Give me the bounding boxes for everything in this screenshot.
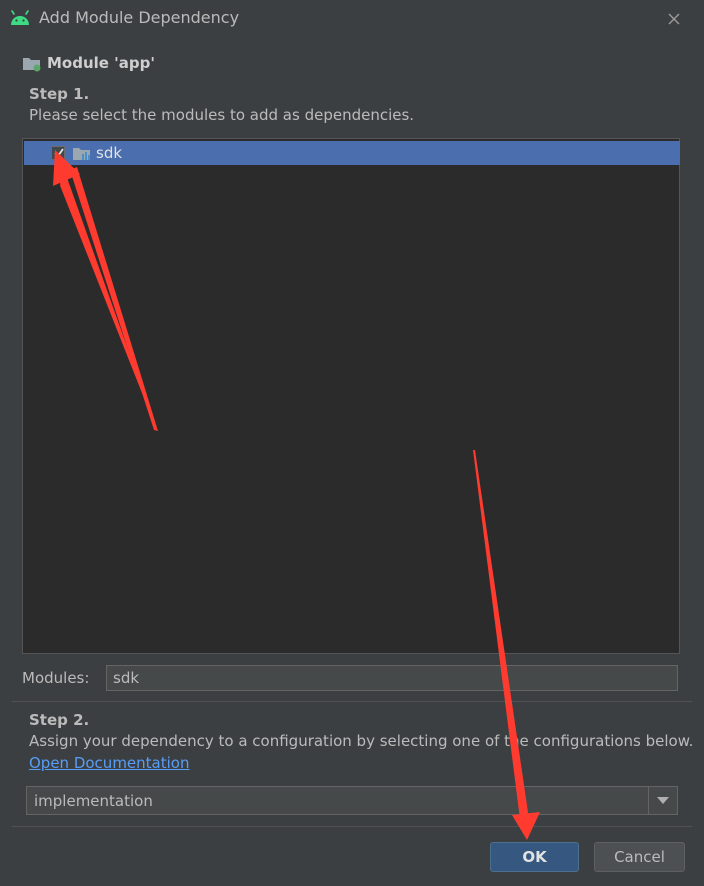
sdk-checkbox[interactable] [51,146,65,160]
open-documentation-link[interactable]: Open Documentation [29,754,189,772]
folder-icon [23,57,41,71]
android-icon [11,10,29,25]
close-icon[interactable] [664,9,684,29]
list-item-sdk[interactable]: sdk [24,141,680,165]
cancel-button[interactable]: Cancel [594,842,685,872]
list-item-label: sdk [96,144,123,162]
check-icon [54,148,64,158]
module-list[interactable]: sdk [22,138,680,654]
configuration-select[interactable]: implementation [26,786,678,815]
title-bar: Add Module Dependency [0,0,704,38]
step1-description: Please select the modules to add as depe… [29,106,415,124]
dialog-title: Add Module Dependency [39,8,240,27]
modules-field[interactable] [106,665,678,691]
modules-label: Modules: [22,669,90,687]
divider [12,701,692,702]
ok-button[interactable]: OK [490,842,579,872]
module-folder-icon [73,147,90,160]
configuration-value: implementation [34,792,153,810]
select-separator [648,787,649,814]
module-title: Module 'app' [47,54,155,72]
step1-title: Step 1. [29,85,90,103]
divider [12,826,692,827]
chevron-down-icon[interactable] [656,796,670,805]
step2-title: Step 2. [29,711,90,729]
module-header: Module 'app' [22,52,155,74]
step2-description: Assign your dependency to a configuratio… [29,732,694,750]
